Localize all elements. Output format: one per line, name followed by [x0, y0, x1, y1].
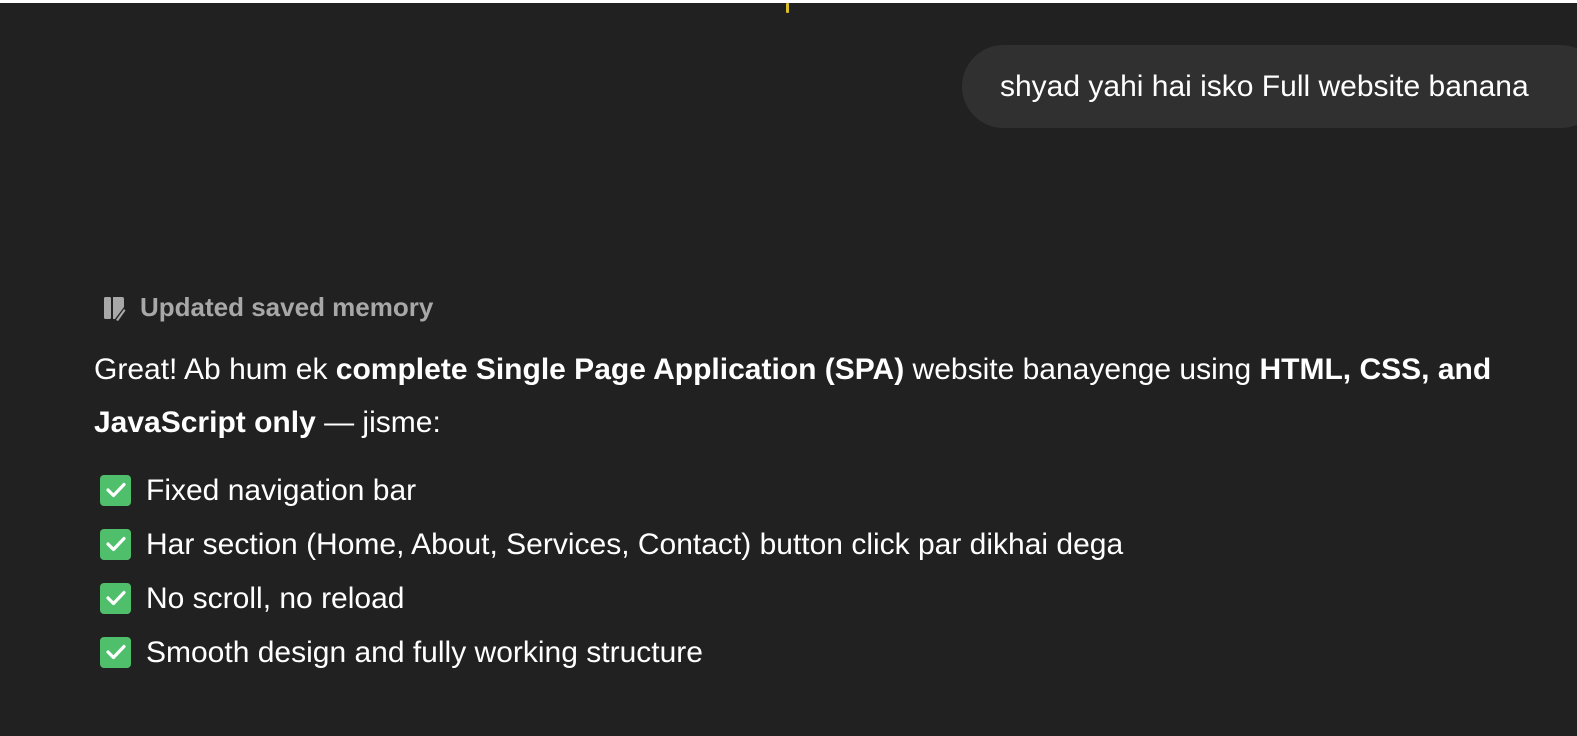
assistant-intro: Great! Ab hum ek complete Single Page Ap…: [94, 343, 1534, 449]
list-item: No scroll, no reload: [94, 571, 1534, 625]
feature-checklist: Fixed navigation bar Har section (Home, …: [94, 463, 1534, 679]
user-message-bubble: shyad yahi hai isko Full website banana: [962, 45, 1577, 128]
checklist-item-text: Fixed navigation bar: [146, 473, 417, 507]
user-message-text: shyad yahi hai isko Full website banana: [1000, 69, 1529, 103]
check-mark-emoji-icon: [100, 474, 131, 506]
memory-updated-label: Updated saved memory: [140, 292, 434, 322]
list-item: Smooth design and fully working structur…: [94, 625, 1534, 679]
scroll-indicator: [786, 3, 789, 13]
intro-bold-1: complete Single Page Application (SPA): [335, 353, 905, 386]
checklist-item-text: Smooth design and fully working structur…: [146, 635, 703, 669]
check-mark-emoji-icon: [100, 582, 131, 614]
memory-updated-notice[interactable]: Updated saved memory: [102, 292, 433, 323]
memory-edit-icon: [102, 295, 126, 321]
check-mark-emoji-icon: [100, 528, 131, 560]
list-item: Fixed navigation bar: [94, 463, 1534, 517]
checklist-item-text: No scroll, no reload: [146, 581, 405, 615]
list-item: Har section (Home, About, Services, Cont…: [94, 517, 1534, 571]
check-mark-emoji-icon: [100, 636, 131, 668]
intro-text-1: Great! Ab hum ek: [94, 353, 336, 386]
assistant-message: Great! Ab hum ek complete Single Page Ap…: [94, 343, 1534, 679]
intro-text-2: website banayenge using: [904, 353, 1260, 386]
checklist-item-text: Har section (Home, About, Services, Cont…: [146, 527, 1124, 561]
intro-text-3: — jisme:: [315, 406, 441, 439]
